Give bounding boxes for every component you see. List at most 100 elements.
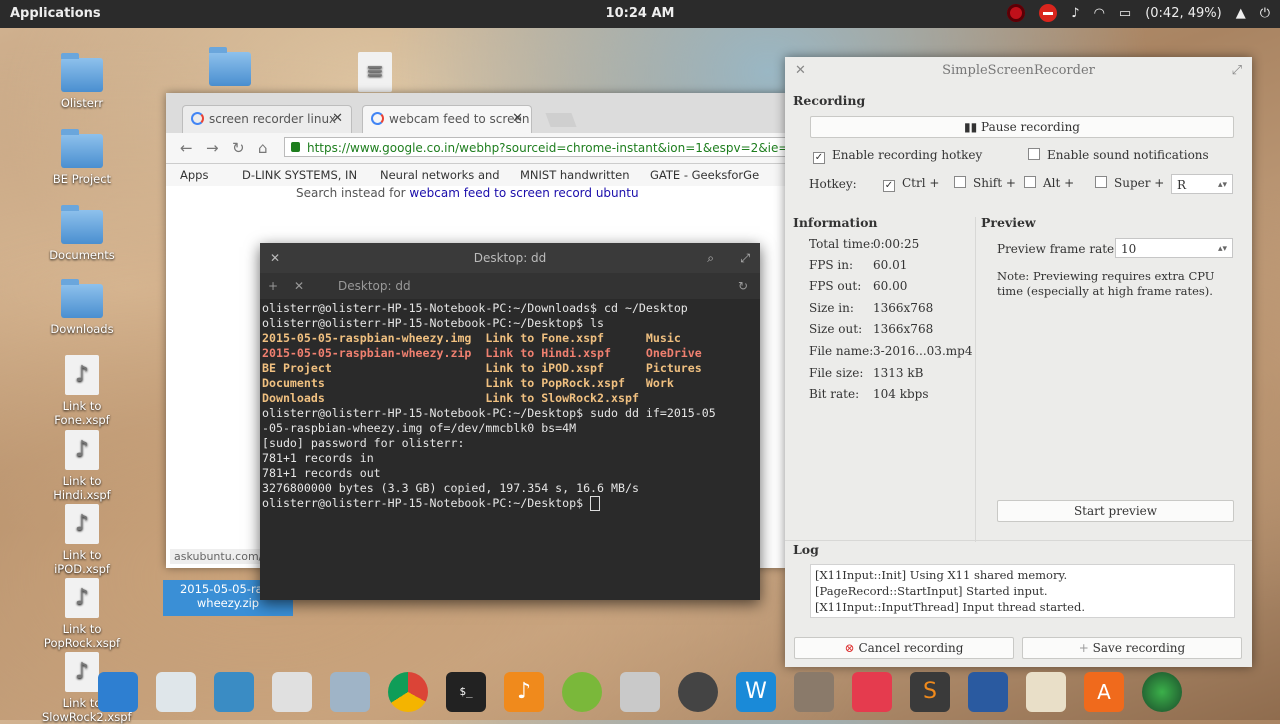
desktop-icon-document[interactable]: ≡ (335, 52, 415, 96)
bookmark-gate[interactable]: GATE - GeeksforGe (650, 168, 759, 182)
record-indicator-icon[interactable] (1007, 4, 1026, 22)
shift-label: Shift + (973, 176, 1016, 190)
android-studio-icon[interactable] (562, 672, 602, 712)
close-icon[interactable]: ✕ (795, 57, 806, 85)
forward-icon[interactable]: → (206, 139, 219, 157)
applications-menu[interactable]: Applications (10, 6, 101, 21)
stop-icon[interactable] (1039, 4, 1058, 22)
desktop-icon-hindi[interactable]: ♪ Link to Hindi.xspf (42, 430, 122, 502)
address-bar[interactable]: https://www.google.co.in/webhp?sourceid=… (284, 137, 804, 157)
bookmark-apps[interactable]: Apps (180, 168, 208, 182)
expand-icon[interactable]: ⤢ (1232, 57, 1242, 85)
preview-rate-value: 10 (1121, 242, 1137, 256)
webcam-icon[interactable] (678, 672, 718, 712)
battery-status[interactable]: (0:42, 49%) (1145, 6, 1222, 21)
photos-icon[interactable] (214, 672, 254, 712)
tab-webcam-feed[interactable]: webcam feed to screen ✕ (362, 105, 532, 133)
back-icon[interactable]: ← (180, 139, 193, 157)
log-line: [PageRecord::StartInput] Started input. (815, 584, 1048, 598)
clock[interactable]: 10:24 AM (600, 6, 680, 21)
info-label: File name: (809, 344, 874, 358)
files-icon[interactable] (330, 672, 370, 712)
mail-icon[interactable] (1026, 672, 1066, 712)
reload-icon[interactable]: ↻ (232, 139, 245, 157)
wifi-icon[interactable]: ◠ (1094, 6, 1105, 21)
alt-checkbox[interactable]: Alt + (1024, 176, 1074, 190)
app-center-icon[interactable]: A (1084, 672, 1124, 712)
volume-icon[interactable]: ♪ (1071, 6, 1079, 21)
pause-recording-button[interactable]: ▮▮ Pause recording (810, 116, 1234, 138)
desktop-icon-documents[interactable]: Documents (42, 205, 122, 262)
new-tab-button[interactable] (545, 113, 577, 127)
spinner-arrows-icon[interactable]: ▴▾ (1218, 239, 1227, 259)
recording-section-title: Recording (793, 93, 866, 108)
desktop-icon-be-project[interactable]: BE Project (42, 129, 122, 186)
close-tab-icon[interactable]: ✕ (512, 106, 523, 132)
terminal-line: 781+1 records out (262, 466, 381, 480)
notification-bell-icon[interactable]: ▲ (1236, 6, 1246, 21)
terminal-icon[interactable]: $_ (446, 672, 486, 712)
save-recording-label: Save recording (1092, 641, 1186, 655)
start-preview-button[interactable]: Start preview (997, 500, 1234, 522)
battery-icon[interactable]: ▭ (1119, 6, 1131, 21)
log-line: [X11Input::InputThread] Input thread sta… (815, 600, 1085, 614)
preview-rate-input[interactable]: 10 ▴▾ (1115, 238, 1233, 258)
virtualbox-icon[interactable] (968, 672, 1008, 712)
music-icon[interactable]: ♪ (504, 672, 544, 712)
close-icon[interactable]: ✕ (270, 243, 280, 273)
terminal-line: olisterr@olisterr-HP-15-Notebook-PC:~/De… (262, 406, 716, 420)
fps-out-value: 60.00 (873, 279, 908, 293)
globe-icon[interactable] (1142, 672, 1182, 712)
power-icon[interactable]: ⏻ (1260, 6, 1270, 21)
terminal-line: olisterr@olisterr-HP-15-Notebook-PC:~/Do… (262, 301, 688, 315)
bookmark-mnist[interactable]: MNIST handwritten (520, 168, 630, 182)
desktop-icon-home[interactable]: Olisterr (42, 53, 122, 110)
wps-writer-icon[interactable]: W (736, 672, 776, 712)
super-label: Super + (1114, 176, 1165, 190)
shift-checkbox[interactable]: Shift + (954, 176, 1016, 190)
multitasking-view-icon[interactable] (98, 672, 138, 712)
super-checkbox[interactable]: Super + (1095, 176, 1164, 190)
desktop-icon-fone[interactable]: ♪ Link to Fone.xspf (42, 355, 122, 427)
checkbox-unchecked-icon (954, 176, 966, 188)
save-recording-button[interactable]: + Save recording (1022, 637, 1242, 659)
calculator-icon[interactable] (620, 672, 660, 712)
pocket-icon[interactable] (852, 672, 892, 712)
desktop-icon-label: Documents (49, 248, 115, 262)
installer-icon[interactable] (794, 672, 834, 712)
enable-sound-checkbox[interactable]: Enable sound notifications (1028, 148, 1209, 162)
cancel-recording-button[interactable]: ⊗ Cancel recording (794, 637, 1014, 659)
terminal-output[interactable]: olisterr@olisterr-HP-15-Notebook-PC:~/Do… (260, 299, 760, 513)
desktop-icon-label: Link to Fone.xspf (54, 399, 110, 427)
calendar-icon[interactable] (156, 672, 196, 712)
chrome-icon[interactable] (388, 672, 428, 712)
switchboard-icon[interactable] (272, 672, 312, 712)
close-tab-icon[interactable]: ✕ (332, 106, 343, 132)
search-icon[interactable]: ⌕ (707, 243, 714, 273)
desktop-icon-downloads[interactable]: Downloads (42, 279, 122, 336)
info-label: Size in: (809, 301, 854, 315)
bookmark-neural-networks[interactable]: Neural networks and (380, 168, 500, 182)
enable-hotkey-checkbox[interactable]: ✓ Enable recording hotkey (813, 148, 982, 164)
desktop-icon-ipod[interactable]: ♪ Link to iPOD.xspf (42, 504, 122, 576)
desktop-icon-label: Link to iPOD.xspf (54, 548, 110, 576)
log-output[interactable]: [X11Input::Init] Using X11 shared memory… (810, 564, 1235, 618)
ctrl-checkbox[interactable]: ✓ Ctrl + (883, 176, 939, 192)
bookmark-dlink[interactable]: D-LINK SYSTEMS, IN (242, 168, 357, 182)
desktop-icon-poprock[interactable]: ♪ Link to PopRock.xspf (42, 578, 122, 650)
ssr-window: ✕ SimpleScreenRecorder ⤢ Recording ▮▮ Pa… (785, 57, 1252, 667)
desktop-icon-folder[interactable] (190, 47, 270, 90)
search-instead-link[interactable]: webcam feed to screen record ubuntu (409, 186, 638, 200)
terminal-tab[interactable]: Desktop: dd (338, 273, 411, 299)
hotkey-key-select[interactable]: R ▴▾ (1171, 174, 1233, 194)
terminal-titlebar: ✕ Desktop: dd ⌕ ⤢ (260, 243, 760, 273)
new-tab-icon[interactable]: + (268, 273, 278, 299)
maximize-icon[interactable]: ⤢ (740, 243, 750, 273)
tab-screen-recorder-linux[interactable]: screen recorder linux ✕ (182, 105, 352, 133)
enable-sound-label: Enable sound notifications (1047, 148, 1209, 162)
sublime-text-icon[interactable]: S (910, 672, 950, 712)
close-tab-icon[interactable]: ✕ (294, 273, 304, 299)
home-icon[interactable]: ⌂ (258, 139, 268, 157)
google-favicon-icon (191, 112, 204, 125)
history-icon[interactable]: ↻ (738, 273, 748, 299)
